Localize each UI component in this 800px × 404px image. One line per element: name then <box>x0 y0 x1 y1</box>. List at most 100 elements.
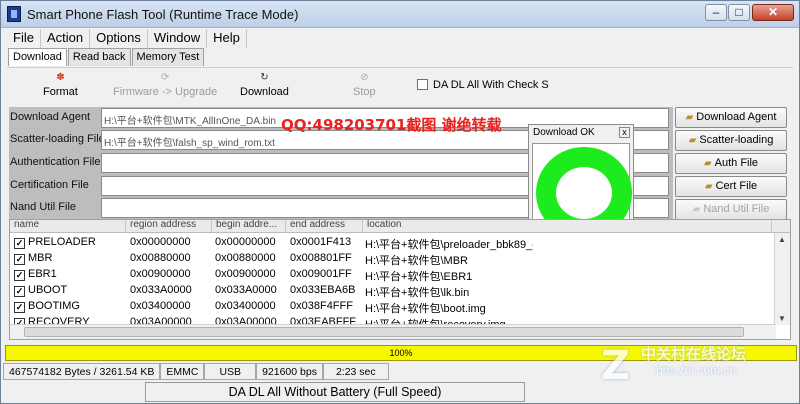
folder-icon: ▰ <box>685 112 694 123</box>
row-name: MBR <box>28 252 53 264</box>
nand-util-file-button-label: Nand Util File <box>703 203 770 215</box>
dialog-close-button[interactable]: x <box>619 127 630 138</box>
column-header-end[interactable]: end address <box>286 220 363 232</box>
scrollbar-thumb[interactable] <box>24 327 744 337</box>
scatter-loading-button[interactable]: ▰ Scatter-loading <box>675 130 787 151</box>
download-button[interactable]: ↻ Download <box>240 72 289 98</box>
folder-icon: ▰ <box>704 181 713 192</box>
checkbox-box[interactable] <box>417 79 428 90</box>
table-row[interactable]: ✓ BOOTIMG 0x03400000 0x03400000 0x038F4FF… <box>10 299 770 315</box>
download-icon: ↻ <box>260 72 269 83</box>
row-end: 0x038F4FFF <box>290 300 353 312</box>
da-dl-check-label: DA DL All With Check S <box>433 79 549 91</box>
side-button-group: ▰ Download Agent ▰ Scatter-loading ▰ Auth F… <box>675 107 791 222</box>
row-region: 0x03400000 <box>130 300 191 312</box>
overlay-annotation: QQ:498203701截图 谢绝转载 <box>281 116 502 134</box>
table-header: name region address begin addre... end a… <box>10 220 790 233</box>
row-begin: 0x00880000 <box>215 252 276 264</box>
column-header-location[interactable]: location <box>363 220 772 232</box>
auth-file-button-label: Auth File <box>714 157 759 169</box>
column-header-name[interactable]: name <box>10 220 126 232</box>
status-bytes: 467574182 Bytes / 3261.54 KB <box>3 363 161 380</box>
row-region: 0x00000000 <box>130 236 191 248</box>
stop-label: Stop <box>353 86 376 98</box>
row-begin: 0x03400000 <box>215 300 276 312</box>
column-header-begin[interactable]: begin addre... <box>212 220 286 232</box>
menu-file[interactable]: File <box>7 29 41 48</box>
authentication-label: Authentication File <box>10 156 101 168</box>
download-agent-button[interactable]: ▰ Download Agent <box>675 107 787 128</box>
row-region: 0x033A0000 <box>130 284 192 296</box>
nand-util-file-button[interactable]: ▰ Nand Util File <box>675 199 787 220</box>
tab-strip: Download Read back Memory Test <box>8 48 205 66</box>
status-storage: EMMC <box>160 363 205 380</box>
watermark-site-name: 中关村在线论坛 <box>641 345 747 363</box>
scatter-loading-label: Scatter-loading File <box>10 133 105 145</box>
table-row[interactable]: ✓ MBR 0x00880000 0x00880000 0x008801FF H:… <box>10 251 770 267</box>
scatter-loading-button-label: Scatter-loading <box>699 134 774 146</box>
row-region: 0x00900000 <box>130 268 191 280</box>
row-checkbox[interactable]: ✓ <box>14 270 25 281</box>
row-end: 0x033EBA6B <box>290 284 356 296</box>
watermark-url: bbs.zol.com.cn <box>656 363 737 377</box>
row-end: 0x009001FF <box>290 268 352 280</box>
firmware-upgrade-button[interactable]: ⟳ Firmware -> Upgrade <box>113 72 217 98</box>
row-end: 0x008801FF <box>290 252 352 264</box>
close-button[interactable]: ✕ <box>752 4 794 21</box>
dialog-title: Download OK <box>533 127 595 138</box>
auth-file-button[interactable]: ▰ Auth File <box>675 153 787 174</box>
format-button[interactable]: ✽ Format <box>43 72 78 98</box>
stop-icon: ⊘ <box>360 72 369 83</box>
table-row[interactable]: ✓ UBOOT 0x033A0000 0x033A0000 0x033EBA6B … <box>10 283 770 299</box>
table-row[interactable]: ✓ PRELOADER 0x00000000 0x00000000 0x0001F… <box>10 235 770 251</box>
format-label: Format <box>43 86 78 98</box>
row-checkbox[interactable]: ✓ <box>14 286 25 297</box>
row-checkbox[interactable]: ✓ <box>14 302 25 313</box>
cert-file-button[interactable]: ▰ Cert File <box>675 176 787 197</box>
firmware-upgrade-icon: ⟳ <box>160 72 170 83</box>
stop-button[interactable]: ⊘ Stop <box>353 72 376 98</box>
row-location: H:\平台+软件包\MBR <box>365 255 468 267</box>
tab-memory-test[interactable]: Memory Test <box>131 48 205 66</box>
nand-util-label: Nand Util File <box>10 201 77 213</box>
status-elapsed-time: 2:23 sec <box>322 363 389 380</box>
download-agent-button-label: Download Agent <box>696 111 777 123</box>
row-name: PRELOADER <box>28 236 96 248</box>
row-begin: 0x00900000 <box>215 268 276 280</box>
menu-help[interactable]: Help <box>207 29 247 48</box>
row-checkbox[interactable]: ✓ <box>14 254 25 265</box>
column-header-region[interactable]: region address <box>126 220 212 232</box>
scroll-up-icon[interactable]: ▲ <box>778 235 786 244</box>
da-dl-check-checkbox[interactable]: DA DL All With Check S <box>417 79 549 91</box>
status-bar: 467574182 Bytes / 3261.54 KB EMMC USB 92… <box>3 363 389 380</box>
app-window: Smart Phone Flash Tool (Runtime Trace Mo… <box>0 0 800 404</box>
download-label: Download <box>240 86 289 98</box>
status-connection: USB <box>204 363 257 380</box>
tab-read-back[interactable]: Read back <box>67 48 131 66</box>
tab-download[interactable]: Download <box>8 48 67 66</box>
title-bar: Smart Phone Flash Tool (Runtime Trace Mo… <box>1 1 799 28</box>
horizontal-scrollbar[interactable] <box>10 324 776 339</box>
folder-icon: ▰ <box>692 204 701 215</box>
menu-options[interactable]: Options <box>90 29 148 48</box>
row-begin: 0x00000000 <box>215 236 276 248</box>
row-begin: 0x033A0000 <box>215 284 277 296</box>
table-row[interactable]: ✓ EBR1 0x00900000 0x00900000 0x009001FF H… <box>10 267 770 283</box>
vertical-scrollbar[interactable]: ▲ ▼ <box>774 233 790 325</box>
menu-window[interactable]: Window <box>148 29 208 48</box>
row-region: 0x00880000 <box>130 252 191 264</box>
menu-bar: File Action Options Window Help <box>7 29 247 48</box>
maximize-button[interactable]: □ <box>728 4 750 21</box>
scroll-down-icon[interactable]: ▼ <box>778 314 786 323</box>
minimize-button[interactable]: – <box>705 4 727 21</box>
row-checkbox[interactable]: ✓ <box>14 238 25 249</box>
download-mode-message: DA DL All Without Battery (Full Speed) <box>145 382 525 402</box>
menu-action[interactable]: Action <box>41 29 91 48</box>
site-watermark: Z 中关村在线论坛 bbs.zol.com.cn <box>601 343 797 403</box>
row-location: H:\平台+软件包\lk.bin <box>365 287 470 299</box>
row-location: H:\平台+软件包\boot.img <box>365 303 486 315</box>
download-agent-label: Download Agent <box>10 111 91 123</box>
status-baud-rate: 921600 bps <box>256 363 323 380</box>
folder-icon: ▰ <box>703 158 712 169</box>
toolbar: ✽ Format ⟳ Firmware -> Upgrade ↻ Downloa… <box>7 67 793 103</box>
